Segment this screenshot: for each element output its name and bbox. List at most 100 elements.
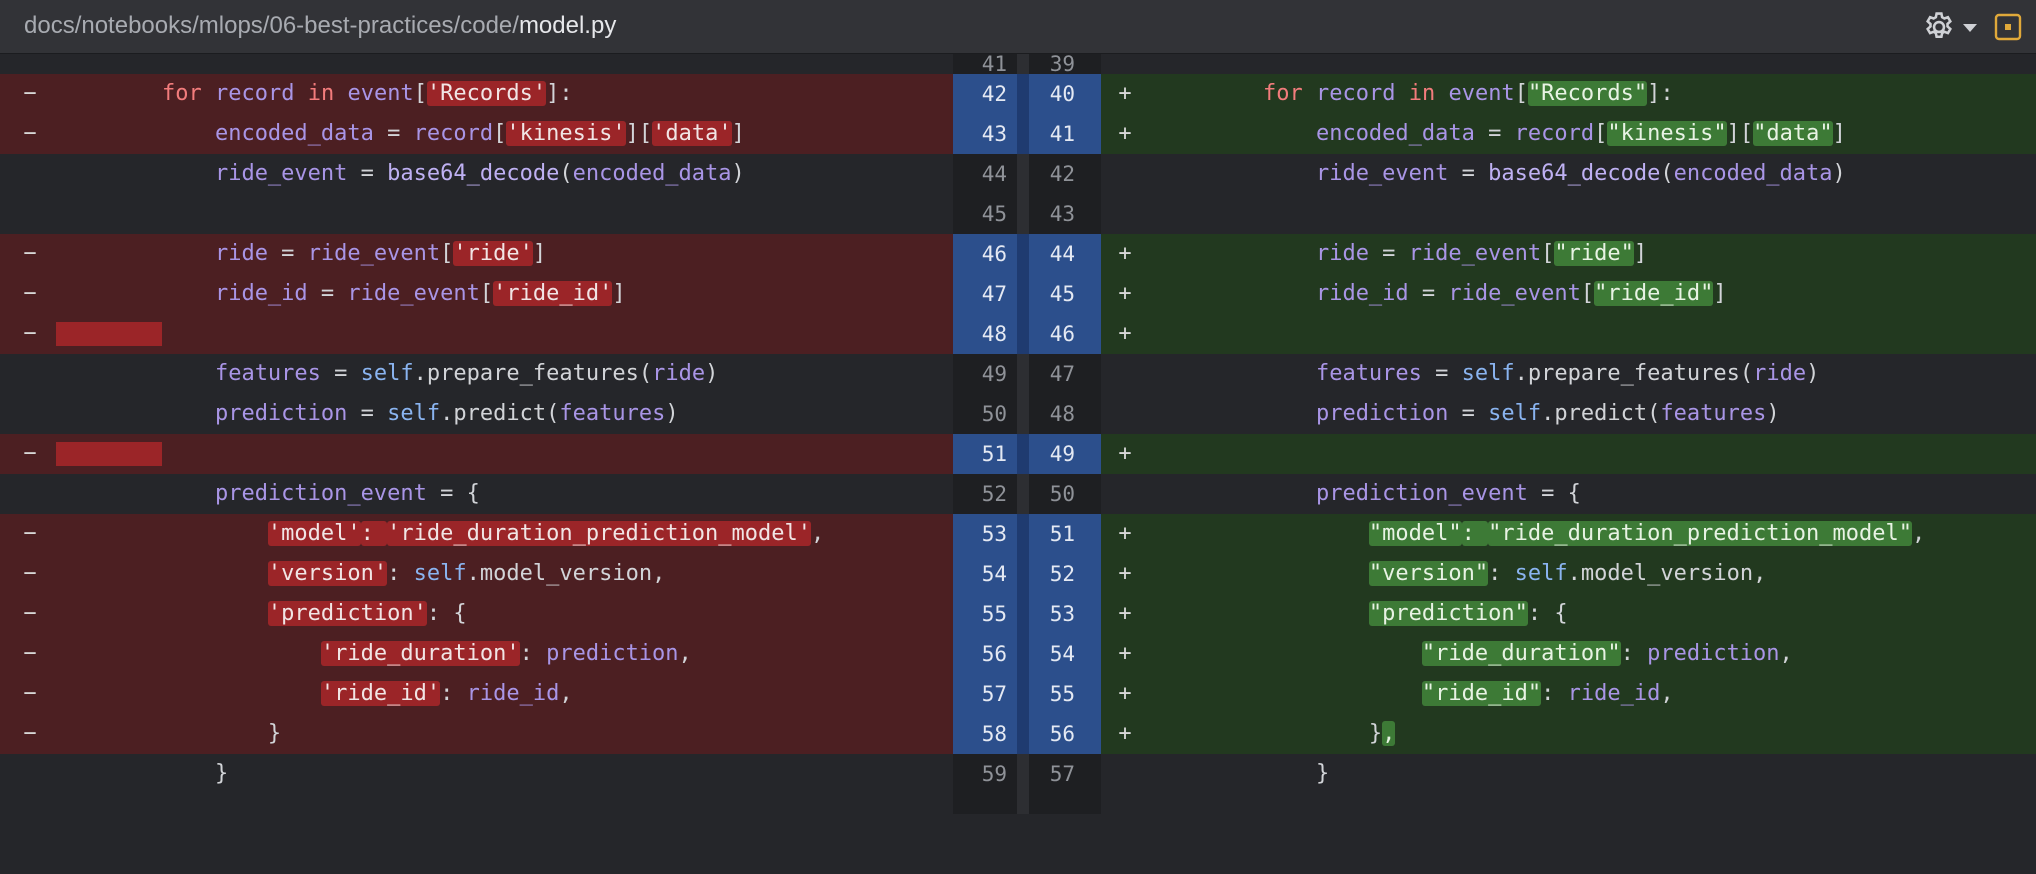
code-line: "model": "ride_duration_prediction_model… — [1368, 521, 1926, 546]
diff-row: ride_event = base64_decode(encoded_data)… — [0, 154, 2036, 194]
code-line: "ride_duration": prediction, — [1421, 641, 1793, 666]
file-path[interactable]: docs/notebooks/mlops/06-best-practices/c… — [24, 12, 616, 40]
right-code[interactable]: + ride_id = ride_event["ride_id"] — [1101, 274, 2036, 314]
left-code[interactable]: − ride_id = ride_event['ride_id'] — [0, 274, 953, 314]
right-code[interactable]: + encoded_data = record["kinesis"]["data… — [1101, 114, 2036, 154]
right-line-number: 51 — [1029, 514, 1101, 554]
right-line-number: 41 — [1029, 114, 1101, 154]
right-line-number: 54 — [1029, 634, 1101, 674]
left-code[interactable]: } — [0, 754, 953, 794]
diff-row: } 59 57 } — [0, 754, 2036, 794]
right-code[interactable]: + "model": "ride_duration_prediction_mod… — [1101, 514, 2036, 554]
left-code[interactable]: − 'prediction': { — [0, 594, 953, 634]
code-line: ride_event = base64_decode(encoded_data) — [214, 161, 745, 186]
diff-row: 45 43 — [0, 194, 2036, 234]
code-line: prediction = self.predict(features) — [214, 401, 679, 426]
right-line-number: 43 — [1029, 194, 1101, 234]
gutter-separator — [1017, 794, 1029, 814]
deletion-marker: − — [23, 521, 37, 546]
left-code[interactable]: prediction = self.predict(features) — [0, 394, 953, 434]
code-line: ride_id = ride_event['ride_id'] — [214, 281, 626, 306]
gutter-separator — [1017, 674, 1029, 714]
left-code[interactable]: − 'model': 'ride_duration_prediction_mod… — [0, 514, 953, 554]
gutter-separator — [1017, 554, 1029, 594]
code-line: "prediction": { — [1368, 601, 1568, 626]
right-code[interactable]: + ride = ride_event["ride"] — [1101, 234, 2036, 274]
code-line: ride_id = ride_event["ride_id"] — [1315, 281, 1727, 306]
left-code[interactable]: − 'version': self.model_version, — [0, 554, 953, 594]
deletion-marker: − — [23, 641, 37, 666]
gutter-separator — [1017, 234, 1029, 274]
left-code[interactable]: − encoded_data = record['kinesis']['data… — [0, 114, 953, 154]
code-line: encoded_data = record["kinesis"]["data"] — [1315, 121, 1846, 146]
right-code[interactable]: + "prediction": { — [1101, 594, 2036, 634]
code-line: }, — [1157, 721, 1396, 746]
diff-row: − ride_id = ride_event['ride_id'] 47 45 … — [0, 274, 2036, 314]
left-line-number: 49 — [953, 354, 1017, 394]
addition-marker: + — [1118, 641, 1132, 666]
gutter-separator — [1017, 314, 1029, 354]
left-line-number: 57 — [953, 674, 1017, 714]
right-code[interactable]: + "ride_duration": prediction, — [1101, 634, 2036, 674]
right-line-number: 40 — [1029, 74, 1101, 114]
gutter-separator — [1017, 194, 1029, 234]
gutter-separator — [1017, 434, 1029, 474]
addition-marker: + — [1118, 561, 1132, 586]
diff-row: − ride = ride_event['ride'] 46 44 + ride… — [0, 234, 2036, 274]
right-code[interactable]: ride_event = base64_decode(encoded_data) — [1101, 154, 2036, 194]
right-code[interactable]: + "ride_id": ride_id, — [1101, 674, 2036, 714]
deletion-marker: − — [23, 121, 37, 146]
left-line-number: 48 — [953, 314, 1017, 354]
right-code[interactable]: + "version": self.model_version, — [1101, 554, 2036, 594]
right-code[interactable]: features = self.prepare_features(ride) — [1101, 354, 2036, 394]
gutter-separator — [1017, 274, 1029, 314]
left-code[interactable]: ride_event = base64_decode(encoded_data) — [0, 154, 953, 194]
right-code[interactable]: + — [1101, 434, 2036, 474]
left-line-number: 50 — [953, 394, 1017, 434]
gutter-separator — [1017, 714, 1029, 754]
gutter-separator — [1017, 354, 1029, 394]
left-line-number: 51 — [953, 434, 1017, 474]
left-line-number: 54 — [953, 554, 1017, 594]
gear-icon[interactable] — [1922, 10, 1956, 44]
right-code[interactable]: } — [1101, 754, 2036, 794]
right-code[interactable]: prediction_event = { — [1101, 474, 2036, 514]
deletion-marker: − — [23, 241, 37, 266]
left-code[interactable]: − 'ride_id': ride_id, — [0, 674, 953, 714]
left-line-number: 43 — [953, 114, 1017, 154]
left-line-number: 58 — [953, 714, 1017, 754]
left-code[interactable]: features = self.prepare_features(ride) — [0, 354, 953, 394]
left-line-number: 45 — [953, 194, 1017, 234]
path-prefix: docs/notebooks/mlops/06-best-practices/c… — [24, 12, 519, 39]
deletion-marker: − — [23, 561, 37, 586]
right-code[interactable]: prediction = self.predict(features) — [1101, 394, 2036, 434]
chevron-down-icon[interactable] — [1960, 14, 1980, 40]
gutter-separator — [1017, 754, 1029, 794]
left-code[interactable]: − — [0, 314, 953, 354]
left-code[interactable]: − 'ride_duration': prediction, — [0, 634, 953, 674]
panel-toggle-icon[interactable] — [1994, 13, 2022, 41]
right-code[interactable]: + for record in event["Records"]: — [1101, 74, 2036, 114]
deletion-marker: − — [23, 681, 37, 706]
code-line: "ride_id": ride_id, — [1421, 681, 1674, 706]
right-code[interactable] — [1101, 194, 2036, 234]
gutter-separator — [1017, 74, 1029, 114]
code-line: } — [56, 761, 229, 786]
code-line: ride = ride_event['ride'] — [214, 241, 547, 266]
code-line: ride_event = base64_decode(encoded_data) — [1315, 161, 1846, 186]
left-line-number: 53 — [953, 514, 1017, 554]
left-code — [0, 794, 953, 814]
left-code[interactable] — [0, 194, 953, 234]
left-code[interactable]: − for record in event['Records']: — [0, 74, 953, 114]
left-code[interactable]: prediction_event = { — [0, 474, 953, 514]
gutter-separator — [1017, 634, 1029, 674]
left-code[interactable]: − — [0, 434, 953, 474]
right-code[interactable]: + — [1101, 314, 2036, 354]
left-code[interactable]: − } — [0, 714, 953, 754]
addition-marker: + — [1118, 321, 1132, 346]
right-code[interactable]: + }, — [1101, 714, 2036, 754]
left-code[interactable]: − ride = ride_event['ride'] — [0, 234, 953, 274]
right-line-number: 39 — [1029, 54, 1101, 75]
diff-row: − 'model': 'ride_duration_prediction_mod… — [0, 514, 2036, 554]
code-line: features = self.prepare_features(ride) — [1315, 361, 1820, 386]
